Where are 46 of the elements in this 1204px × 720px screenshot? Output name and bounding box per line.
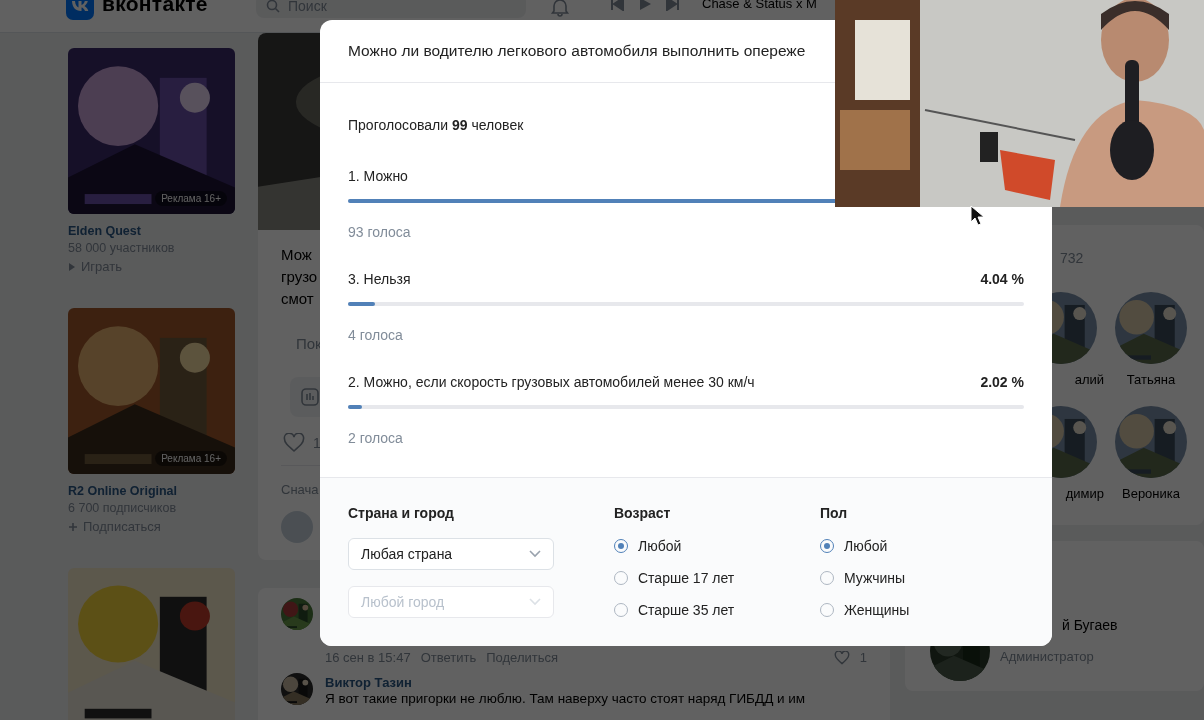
friend-name[interactable]: алий	[1074, 372, 1104, 387]
option-label: 2. Можно, если скорость грузовых автомобилей менее 30 км/ч	[348, 373, 755, 392]
option-label: 3. Нельзя	[348, 270, 411, 289]
vote-count: 4 голоса	[348, 326, 404, 345]
filter-label: Пол	[820, 504, 849, 522]
option-percent: 4.04 %	[980, 270, 1024, 289]
post-text: грузо	[281, 267, 318, 287]
ad-title[interactable]: R2 Online Original	[68, 483, 235, 499]
total-votes: Проголосовали 99 человек	[348, 116, 525, 135]
radio-option[interactable]: Старше 17 лет	[614, 562, 820, 594]
radio-option[interactable]: Старше 35 лет	[614, 594, 820, 626]
play-icon[interactable]	[638, 0, 652, 11]
vote-count: 2 голоса	[348, 429, 404, 448]
logo-icon[interactable]	[66, 0, 94, 20]
cursor-icon	[970, 205, 986, 227]
friend-name[interactable]: Татьяна	[1126, 372, 1176, 387]
heart-icon[interactable]	[283, 433, 305, 453]
option-label: 1. Можно	[348, 167, 408, 186]
friend-name[interactable]: Вероника	[1122, 486, 1180, 501]
ad-title[interactable]: Elden Quest	[68, 223, 235, 239]
previous-icon[interactable]	[610, 0, 624, 11]
site-name: вконтакте	[102, 0, 208, 16]
chevron-icon	[529, 550, 541, 558]
radio-option[interactable]: Мужчины	[820, 562, 910, 594]
chart-icon	[300, 387, 320, 407]
next-icon[interactable]	[666, 0, 680, 11]
dropdown-field[interactable]: Любая страна	[348, 538, 554, 570]
radio-option[interactable]: Любой	[820, 530, 910, 562]
radio-option[interactable]: Женщины	[820, 594, 910, 626]
search-icon	[266, 0, 280, 13]
heart-icon[interactable]	[833, 650, 850, 665]
filter-label: Страна и город	[348, 504, 455, 522]
poll-question: Можно ли водителю легкового автомобиля выполнить опереже	[348, 42, 806, 60]
chevron-icon	[529, 598, 541, 606]
play-icon	[68, 262, 76, 272]
post-text: Мож	[281, 245, 312, 265]
post-text: смот	[281, 289, 314, 309]
plus-icon	[68, 522, 78, 532]
option-percent: 2.02 %	[980, 373, 1024, 392]
vote-count: 93 голоса	[348, 223, 412, 242]
filter-label: Возраст	[614, 504, 672, 522]
comment-author[interactable]: Виктор Тазин	[325, 675, 806, 690]
bell-icon[interactable]	[550, 0, 570, 17]
comment-text: Я вот такие пригорки не люблю. Там наверху часто стоят наряд ГИБДД и им	[325, 690, 806, 708]
friend-name[interactable]: димир	[1065, 486, 1104, 501]
radio-option[interactable]: Любой	[614, 530, 820, 562]
